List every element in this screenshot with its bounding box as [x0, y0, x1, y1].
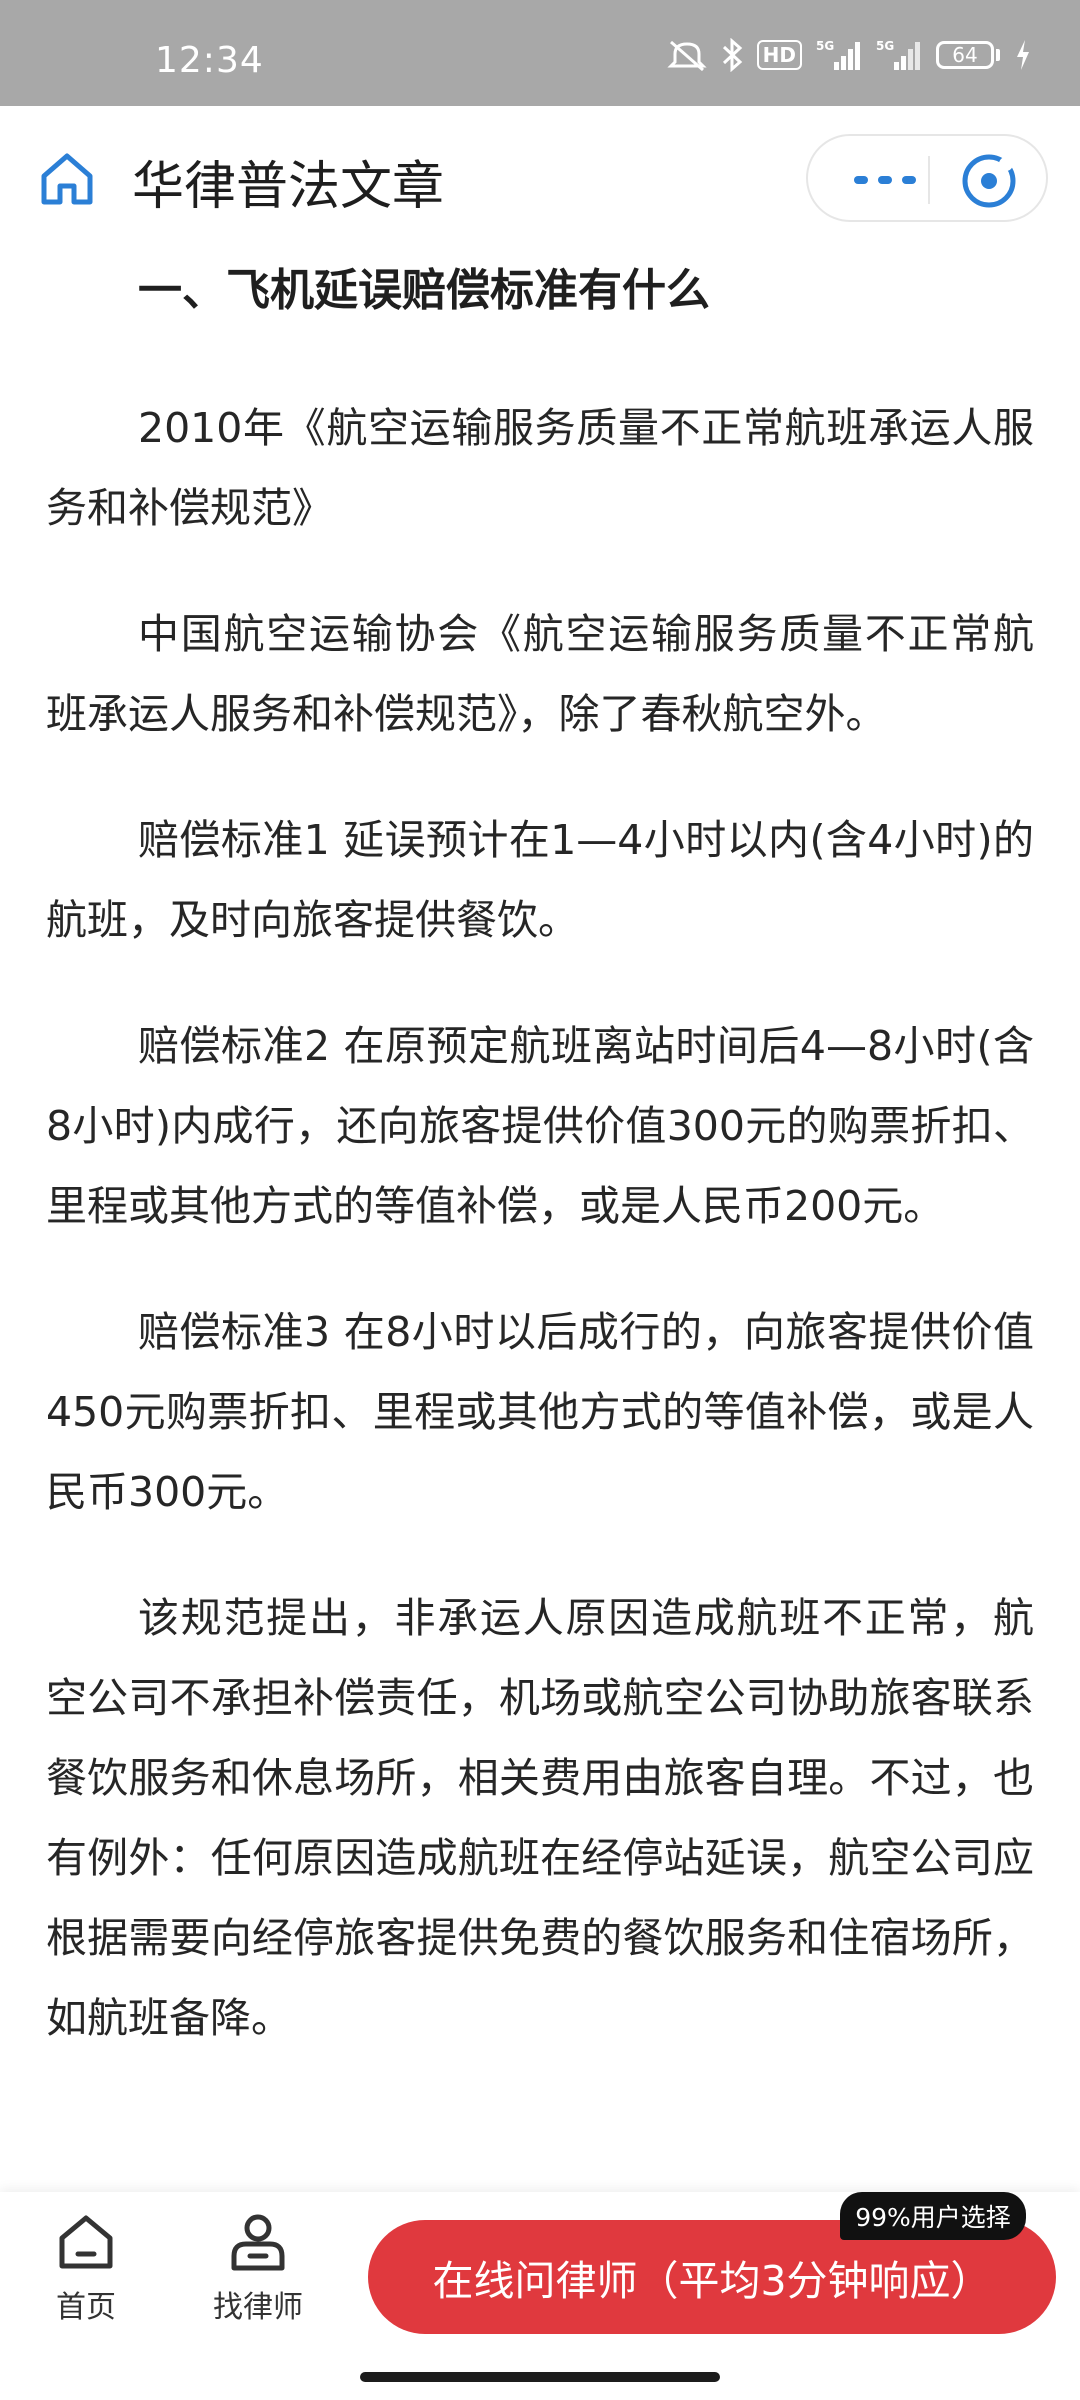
article-paragraph: 赔偿标准2 在原预定航班离站时间后4—8小时(含8小时)内成行，还向旅客提供价值…	[46, 1022, 1034, 1230]
article-paragraph: 2010年《航空运输服务质量不正常航班承运人服务和补偿规范》	[46, 404, 1034, 532]
page-title: 华律普法文章	[132, 157, 445, 217]
mute-icon	[667, 38, 707, 72]
user-choice-badge: 99%用户选择	[840, 2192, 1026, 2240]
nav-home-label: 首页	[56, 2290, 116, 2325]
5g-signal-icon: 5G	[816, 38, 862, 72]
home-icon	[59, 2215, 113, 2269]
nav-lawyer-label: 找律师	[213, 2290, 303, 2325]
article-paragraph: 赔偿标准1 延误预计在1—4小时以内(含4小时)的航班，及时向旅客提供餐饮。	[46, 816, 1034, 944]
article-paragraph: 该规范提出，非承运人原因造成航班不正常，航空公司不承担补偿责任，机场或航空公司协…	[46, 1594, 1034, 2042]
article-heading: 一、飞机延误赔偿标准有什么	[138, 265, 710, 316]
capsule-divider	[928, 156, 930, 204]
mini-program-capsule	[806, 134, 1048, 222]
more-icon[interactable]	[846, 152, 926, 208]
5g-signal-icon: 5G	[876, 38, 922, 72]
status-icons: HD 5G 5G 64	[667, 38, 1032, 72]
nav-find-lawyer[interactable]: 找律师	[198, 2210, 318, 2326]
nav-home[interactable]: 首页	[26, 2210, 146, 2326]
battery-level: 64	[936, 41, 994, 69]
charging-icon	[1014, 38, 1032, 72]
article-body: 一、飞机延误赔偿标准有什么 2010年《航空运输服务质量不正常航班承运人服务和补…	[46, 256, 1034, 2058]
bluetooth-icon	[721, 38, 743, 72]
close-icon[interactable]	[960, 152, 1018, 210]
article-paragraph: 赔偿标准3 在8小时以后成行的，向旅客提供价值450元购票折扣、里程或其他方式的…	[46, 1308, 1034, 1516]
home-indicator[interactable]	[360, 2372, 720, 2382]
home-icon[interactable]	[38, 150, 96, 208]
status-bar: 12:34 HD 5G 5G 64	[0, 0, 1080, 106]
svg-text:5G: 5G	[876, 39, 894, 53]
article-paragraph: 中国航空运输协会《航空运输服务质量不正常航班承运人服务和补偿规范》，除了春秋航空…	[46, 610, 1034, 738]
status-time: 12:34	[155, 40, 264, 81]
battery-icon: 64	[936, 41, 1000, 69]
hd-icon: HD	[756, 40, 802, 70]
svg-text:5G: 5G	[816, 39, 834, 53]
lawyer-icon	[231, 2214, 285, 2271]
app-header: 华律普法文章	[0, 106, 1080, 256]
